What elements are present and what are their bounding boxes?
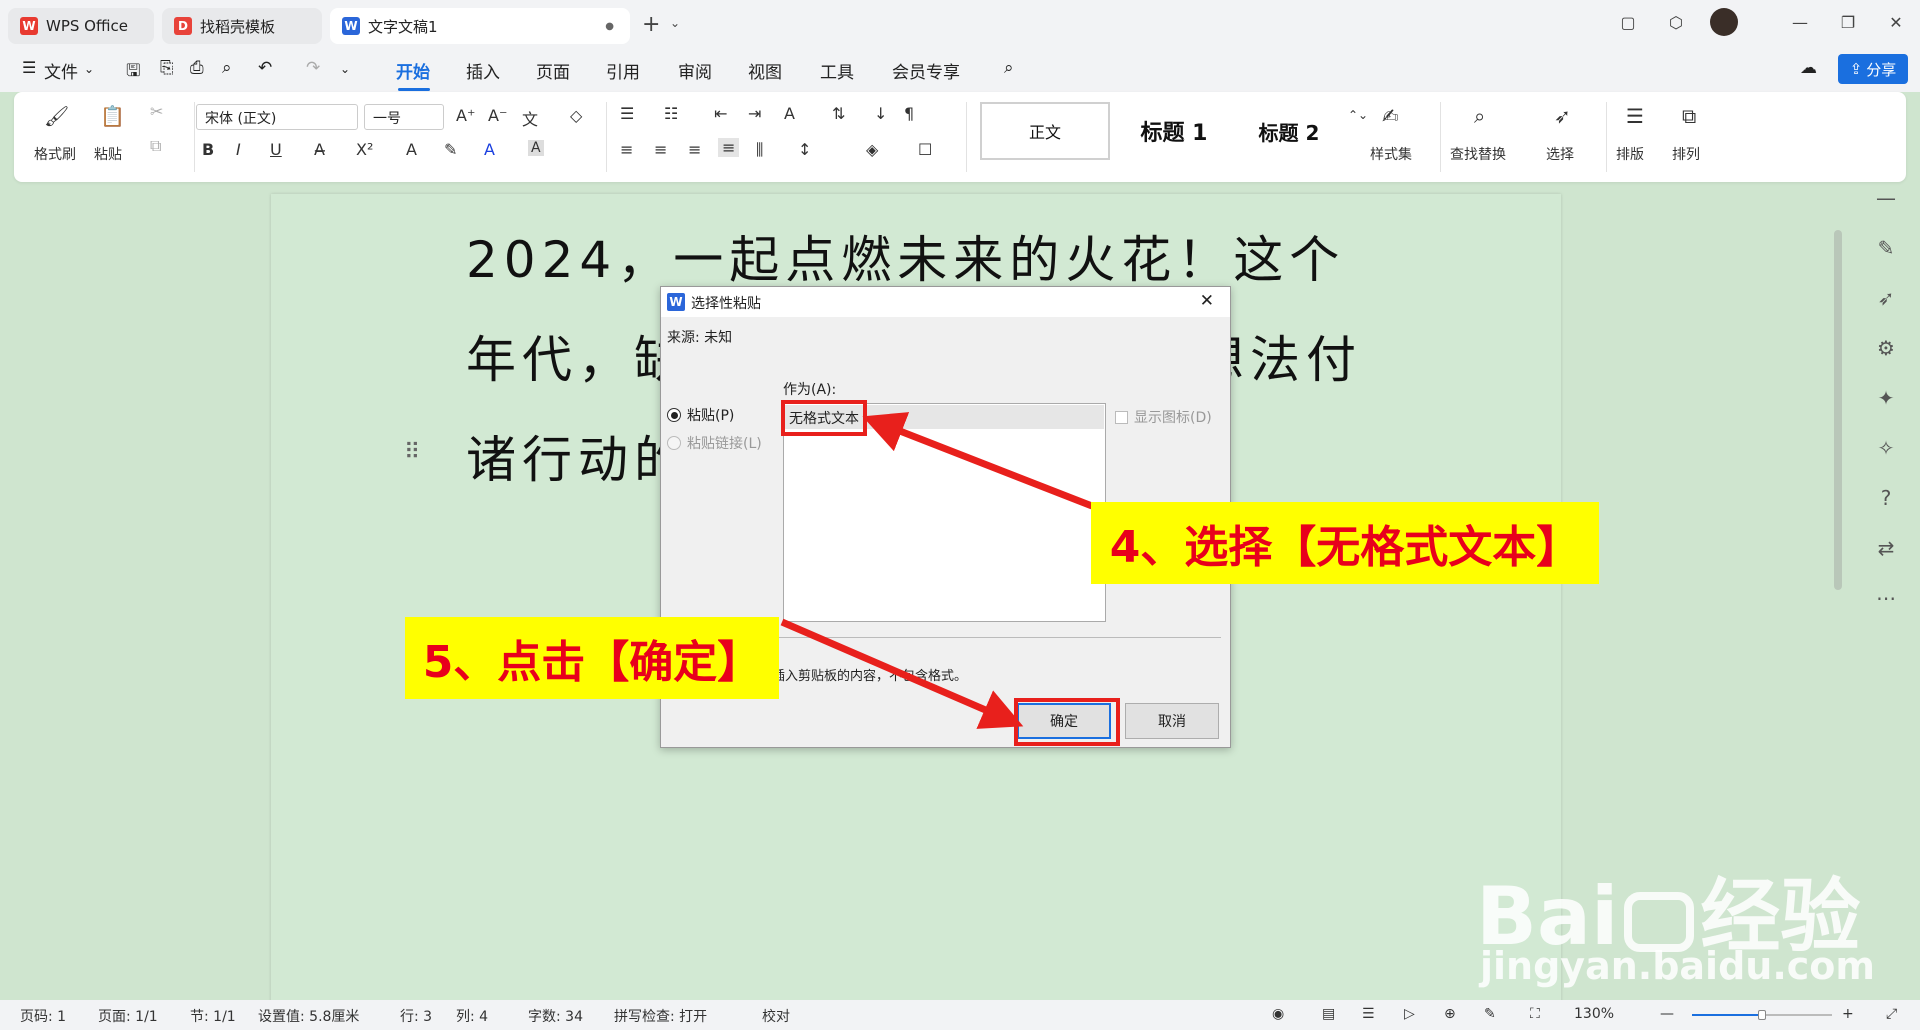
status-page-code[interactable]: 页码: 1	[20, 1006, 66, 1026]
status-words[interactable]: 字数: 34	[528, 1006, 583, 1026]
status-col[interactable]: 列: 4	[456, 1006, 488, 1026]
arrow-to-plain-text	[862, 412, 1094, 510]
play-icon[interactable]: ▷	[1404, 1006, 1415, 1022]
status-section[interactable]: 节: 1/1	[190, 1006, 236, 1026]
zoom-in-icon[interactable]: +	[1842, 1006, 1854, 1022]
status-spell[interactable]: 拼写检查: 打开	[614, 1006, 707, 1026]
outline-view-icon[interactable]: ☰	[1362, 1006, 1375, 1022]
status-pages[interactable]: 页面: 1/1	[98, 1006, 158, 1026]
page-view-icon[interactable]: ▤	[1322, 1006, 1335, 1022]
step5-callout: 5、点击【确定】	[405, 617, 779, 699]
fit-icon[interactable]: ⛶	[1530, 1006, 1540, 1022]
watermark-url: jingyan.baidu.com	[1480, 944, 1875, 988]
zoom-level[interactable]: 130%	[1574, 1006, 1614, 1022]
pen-icon[interactable]: ✎	[1484, 1006, 1496, 1022]
status-row[interactable]: 行: 3	[400, 1006, 432, 1026]
fullscreen-icon[interactable]: ⤢	[1886, 1006, 1897, 1022]
status-bar: 页码: 1 页面: 1/1 节: 1/1 设置值: 5.8厘米 行: 3 列: …	[0, 1000, 1920, 1030]
web-view-icon[interactable]: ⊕	[1444, 1006, 1456, 1022]
eye-icon[interactable]: ◉	[1272, 1006, 1284, 1022]
step4-callout: 4、选择【无格式文本】	[1091, 502, 1599, 584]
status-setting[interactable]: 设置值: 5.8厘米	[258, 1006, 359, 1026]
zoom-slider-handle[interactable]	[1758, 1010, 1766, 1020]
zoom-out-icon[interactable]: —	[1660, 1006, 1674, 1022]
zoom-slider[interactable]	[1692, 1010, 1832, 1020]
status-proof[interactable]: 校对	[762, 1006, 790, 1026]
arrow-to-ok	[780, 618, 1024, 729]
